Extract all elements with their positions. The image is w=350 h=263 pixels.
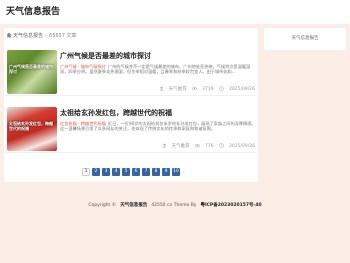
breadcrumb-home[interactable]: 天气信息报告 bbox=[13, 33, 43, 39]
page-1-current: 1 bbox=[82, 168, 90, 176]
sidebar-widget: 天气信息报告 bbox=[264, 28, 346, 50]
footer-icp-link[interactable]: 粤ICP备2023020157号-40 bbox=[200, 203, 261, 208]
article-title[interactable]: 太祖给玄孙发红包，跨越世代的祝福 bbox=[60, 109, 172, 118]
article-author[interactable]: 天气推荐 bbox=[172, 144, 190, 149]
site-header: 天气信息报告 bbox=[0, 0, 350, 24]
page-4-link[interactable]: 4 bbox=[112, 168, 120, 176]
breadcrumb-separator: › bbox=[45, 33, 48, 39]
article-views: 3719 bbox=[202, 87, 214, 92]
article-card[interactable]: 太祖给玄孙发红包，跨越世代的祝福 太祖给玄孙发红包，跨越世代的祝福 红包祝福 ·… bbox=[6, 107, 257, 153]
main-content: 天气信息报告 › 65657 文章 广州气候是否最差的城市探讨 广州气候是否最差的城… bbox=[4, 28, 258, 182]
thumbnail-caption: 广州气候是否最差的城市探讨 bbox=[9, 64, 53, 74]
article-date: 2025/09/26 bbox=[229, 144, 255, 149]
article-thumbnail[interactable]: 广州气候是否最差的城市探讨 bbox=[7, 50, 57, 94]
pagination: 1 2 3 4 5 6 7 8 9 10 bbox=[4, 168, 258, 178]
page-9-link[interactable]: 9 bbox=[162, 168, 170, 176]
article-card[interactable]: 广州气候是否最差的城市探讨 广州气候是否最差的城市探讨 广州气候 · 城市气候探… bbox=[6, 50, 257, 96]
article-title[interactable]: 广州气候是否最差的城市探讨 bbox=[60, 52, 151, 61]
site-title[interactable]: 天气信息报告 bbox=[6, 6, 60, 18]
user-icon bbox=[159, 86, 164, 91]
article-date: 2025/09/26 bbox=[229, 87, 255, 92]
breadcrumb: 天气信息报告 › 65657 文章 bbox=[6, 31, 77, 41]
eye-icon bbox=[192, 86, 198, 91]
eye-icon bbox=[195, 143, 201, 148]
page-6-link[interactable]: 6 bbox=[132, 168, 140, 176]
breadcrumb-current: 65657 bbox=[49, 33, 65, 39]
article-meta: 天气推荐 3719 2025/09/26 bbox=[155, 86, 255, 93]
home-icon[interactable] bbox=[6, 32, 12, 38]
page-2-link[interactable]: 2 bbox=[92, 168, 100, 176]
page-10-link[interactable]: 10 bbox=[172, 168, 180, 176]
page-8-link[interactable]: 8 bbox=[152, 168, 160, 176]
article-thumbnail[interactable]: 太祖给玄孙发红包，跨越世代的祝福 bbox=[7, 107, 57, 151]
clock-icon bbox=[219, 143, 224, 148]
article-excerpt: 红包祝福 · 跨越世代祝福 近日，一位96岁的太祖给其仅半岁的玄孙发红包，展现了家… bbox=[60, 121, 256, 137]
page-3-link[interactable]: 3 bbox=[102, 168, 110, 176]
article-meta: 天气推荐 776 2025/09/26 bbox=[158, 143, 255, 150]
user-icon bbox=[162, 143, 167, 148]
article-views: 776 bbox=[205, 144, 214, 149]
site-footer: Copyright © 天气信息报告 42550 cn Theme By 粤ICP备2… bbox=[0, 203, 350, 209]
sidebar-title[interactable]: 天气信息报告 bbox=[264, 36, 346, 42]
footer-site-link[interactable]: 天气信息报告 bbox=[120, 203, 147, 208]
clock-icon bbox=[219, 86, 224, 91]
page-5-link[interactable]: 5 bbox=[122, 168, 130, 176]
page-7-link[interactable]: 7 bbox=[142, 168, 150, 176]
article-author[interactable]: 天气推荐 bbox=[169, 87, 187, 92]
breadcrumb-suffix: 文章 bbox=[66, 33, 77, 39]
article-excerpt: 广州气候 · 城市气候探讨 广州的气候并不一定是气候最差的城市。广州地处亚热带，气… bbox=[60, 64, 256, 80]
footer-copyright: Copyright © bbox=[88, 203, 117, 208]
footer-views-note: 42550 cn Theme By bbox=[151, 203, 197, 208]
thumbnail-caption: 太祖给玄孙发红包，跨越世代的祝福 bbox=[9, 121, 53, 131]
